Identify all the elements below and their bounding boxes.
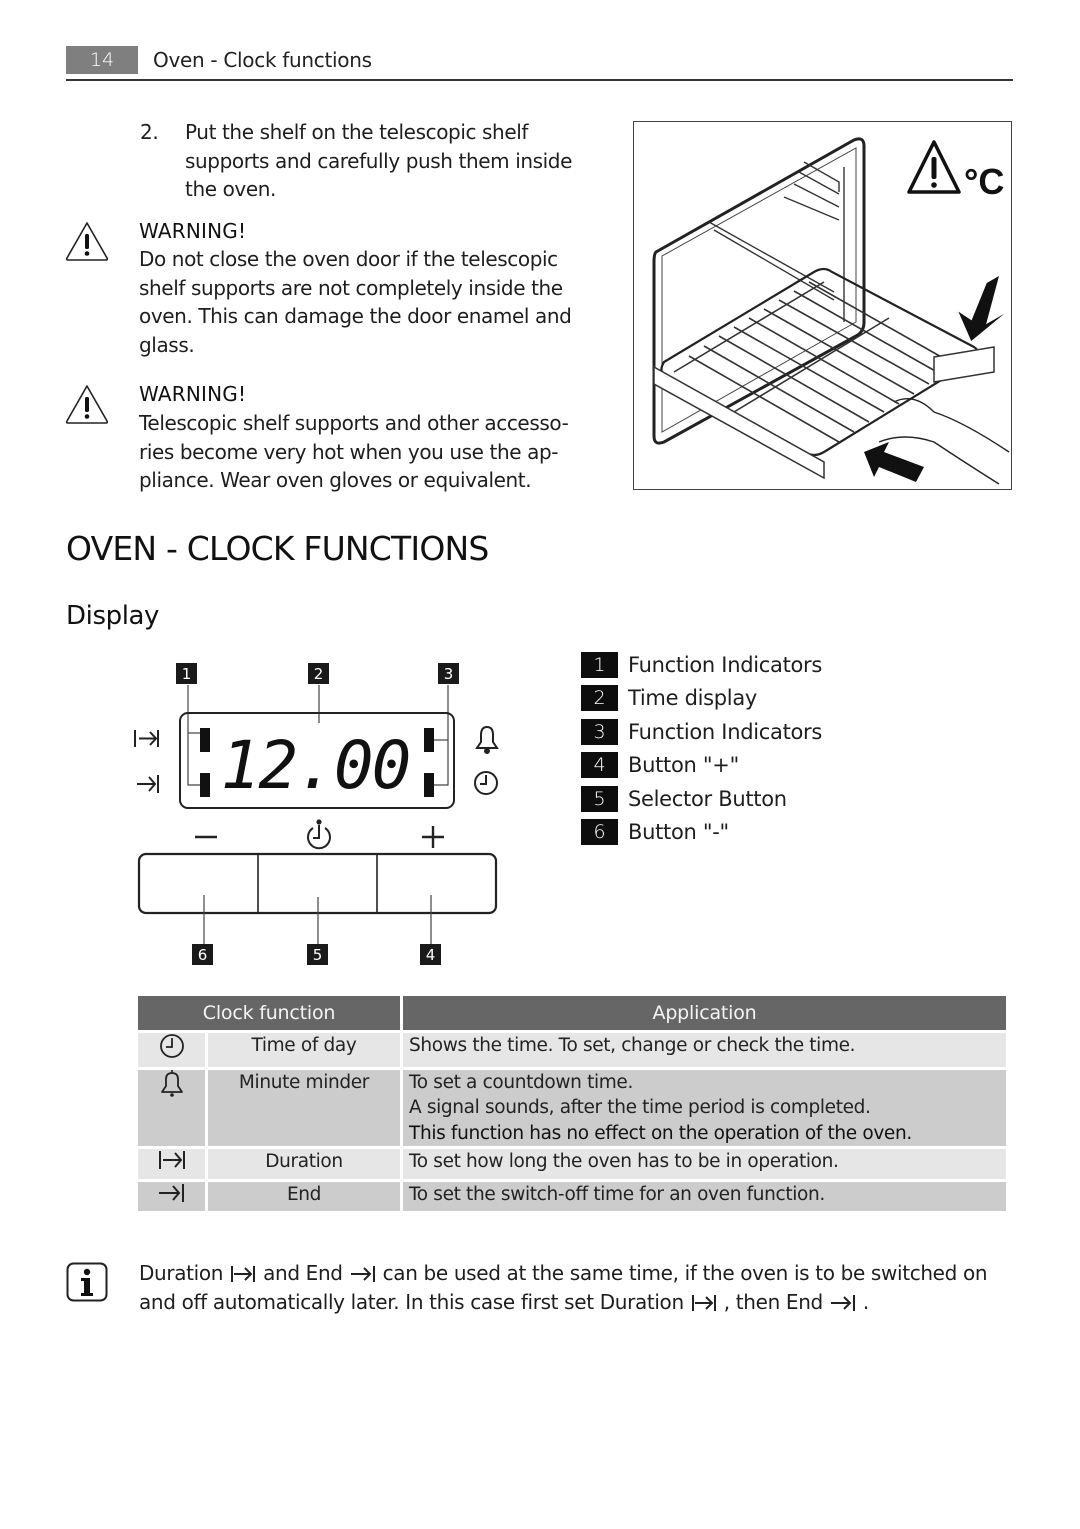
end-icon: [350, 1266, 375, 1282]
warning-title: WARNING!: [139, 382, 247, 406]
info-text-part: .: [856, 1289, 869, 1314]
table-row: Time of day Shows the time. To set, chan…: [138, 1033, 1006, 1067]
application-line: To set the switch-off time for an oven f…: [409, 1183, 825, 1205]
indicator-segment: [200, 773, 210, 797]
info-text-part: , then End: [717, 1289, 829, 1314]
legend-label: Function Indicators: [628, 652, 823, 677]
indicator-segment: [424, 728, 434, 752]
duration-icon: [231, 1266, 256, 1282]
function-application: To set how long the oven has to be in op…: [403, 1149, 1006, 1179]
legend-number: 3: [581, 718, 618, 745]
function-name: End: [208, 1181, 400, 1211]
info-note-text: Duration and End can be used at the same…: [139, 1259, 1019, 1316]
display-legend: 1 Function Indicators 2 Time display 3 Func…: [581, 648, 822, 849]
callout-badge: 4: [420, 944, 441, 965]
callout-badge: 3: [438, 663, 459, 684]
header-clock-function: Clock function: [138, 996, 400, 1030]
function-name: Time of day: [208, 1033, 400, 1067]
application-line: To set a countdown time.: [409, 1071, 633, 1093]
step-text: Put the shelf on the telescopic shelf su…: [185, 120, 573, 201]
legend-label: Time display: [628, 686, 758, 711]
indicator-segment: [200, 728, 210, 752]
table-row: End To set the switch-off time for an ov…: [138, 1181, 1006, 1211]
page-number: 14: [66, 46, 138, 74]
legend-item: 5 Selector Button: [581, 782, 822, 816]
bell-icon: [160, 1069, 183, 1097]
header-divider: [66, 79, 1013, 81]
header-application: Application: [403, 996, 1006, 1030]
legend-number: 1: [581, 651, 618, 678]
application-line: A signal sounds, after the time period i…: [409, 1097, 871, 1118]
section-subtitle: Display: [66, 601, 160, 631]
legend-number: 2: [581, 685, 618, 712]
display-diagram: 12.00 1 2 3 6 5 4: [120, 655, 520, 975]
display-panel-drawing: 12.00: [134, 685, 499, 945]
function-application: Shows the time. To set, change or check …: [403, 1033, 1006, 1067]
legend-number: 6: [581, 819, 618, 846]
indicator-segment: [424, 773, 434, 797]
duration-icon: [134, 730, 159, 747]
end-icon: [830, 1294, 855, 1311]
callout-badge: 1: [176, 663, 197, 684]
application-note-bold: This function has no effect on the opera…: [409, 1122, 912, 1144]
warning-text: Telescopic shelf supports and other acce…: [139, 411, 569, 492]
shelf-illustration: °C: [633, 121, 1012, 490]
legend-number: 5: [581, 785, 618, 812]
selector-clock-icon: [307, 819, 331, 850]
oven-shelf-drawing: °C: [652, 137, 1010, 485]
legend-number: 4: [581, 752, 618, 779]
application-line: To set how long the oven has to be in op…: [409, 1151, 839, 1172]
callout-badge: 6: [192, 944, 213, 965]
clock-functions-table: Clock function Application Time of day S…: [135, 993, 1009, 1214]
duration-icon: [691, 1294, 716, 1311]
time-display: 12.00: [221, 727, 410, 804]
legend-item: 2 Time display: [581, 682, 822, 716]
end-icon: [158, 1183, 184, 1202]
bell-icon: [475, 725, 499, 754]
info-text-part: Duration: [139, 1261, 224, 1285]
clock-icon: [474, 771, 498, 795]
application-line: Shows the time. To set, change or check …: [409, 1035, 856, 1056]
callout-badge: 2: [308, 663, 329, 684]
warning-triangle-icon: [65, 222, 109, 261]
warning-triangle-icon: [65, 385, 109, 424]
header-section-title: Oven - Clock functions: [153, 48, 372, 72]
legend-label: Selector Button: [628, 786, 787, 811]
table-row: Minute minder To set a countdown time. A…: [138, 1069, 1006, 1146]
duration-icon: [158, 1151, 185, 1169]
function-name: Duration: [208, 1149, 400, 1179]
warning-title: WARNING!: [139, 219, 247, 243]
plus-icon: [422, 826, 444, 848]
legend-item: 4 Button "+": [581, 749, 822, 783]
function-name: Minute minder: [208, 1069, 400, 1146]
legend-label: Button "+": [628, 753, 739, 778]
legend-item: 1 Function Indicators: [581, 648, 822, 682]
table-row: Duration To set how long the oven has to…: [138, 1149, 1006, 1179]
function-application: To set a countdown time. A signal sounds…: [403, 1069, 1006, 1146]
step-number: 2.: [140, 120, 159, 144]
legend-label: Button "-": [628, 820, 729, 845]
info-icon: [66, 1262, 108, 1302]
table-header-row: Clock function Application: [138, 996, 1006, 1030]
legend-item: 3 Function Indicators: [581, 715, 822, 749]
info-text-part: and End: [257, 1261, 349, 1285]
warning-text: Do not close the oven door if the telesc…: [139, 247, 572, 357]
callout-badge: 5: [307, 944, 328, 965]
legend-label: Function Indicators: [628, 719, 823, 744]
function-application: To set the switch-off time for an oven f…: [403, 1181, 1006, 1211]
end-icon: [137, 775, 159, 793]
section-title: OVEN - CLOCK FUNCTIONS: [66, 529, 489, 568]
celsius-label: °C: [964, 161, 1004, 202]
clock-icon: [159, 1034, 184, 1058]
legend-item: 6 Button "-": [581, 816, 822, 850]
